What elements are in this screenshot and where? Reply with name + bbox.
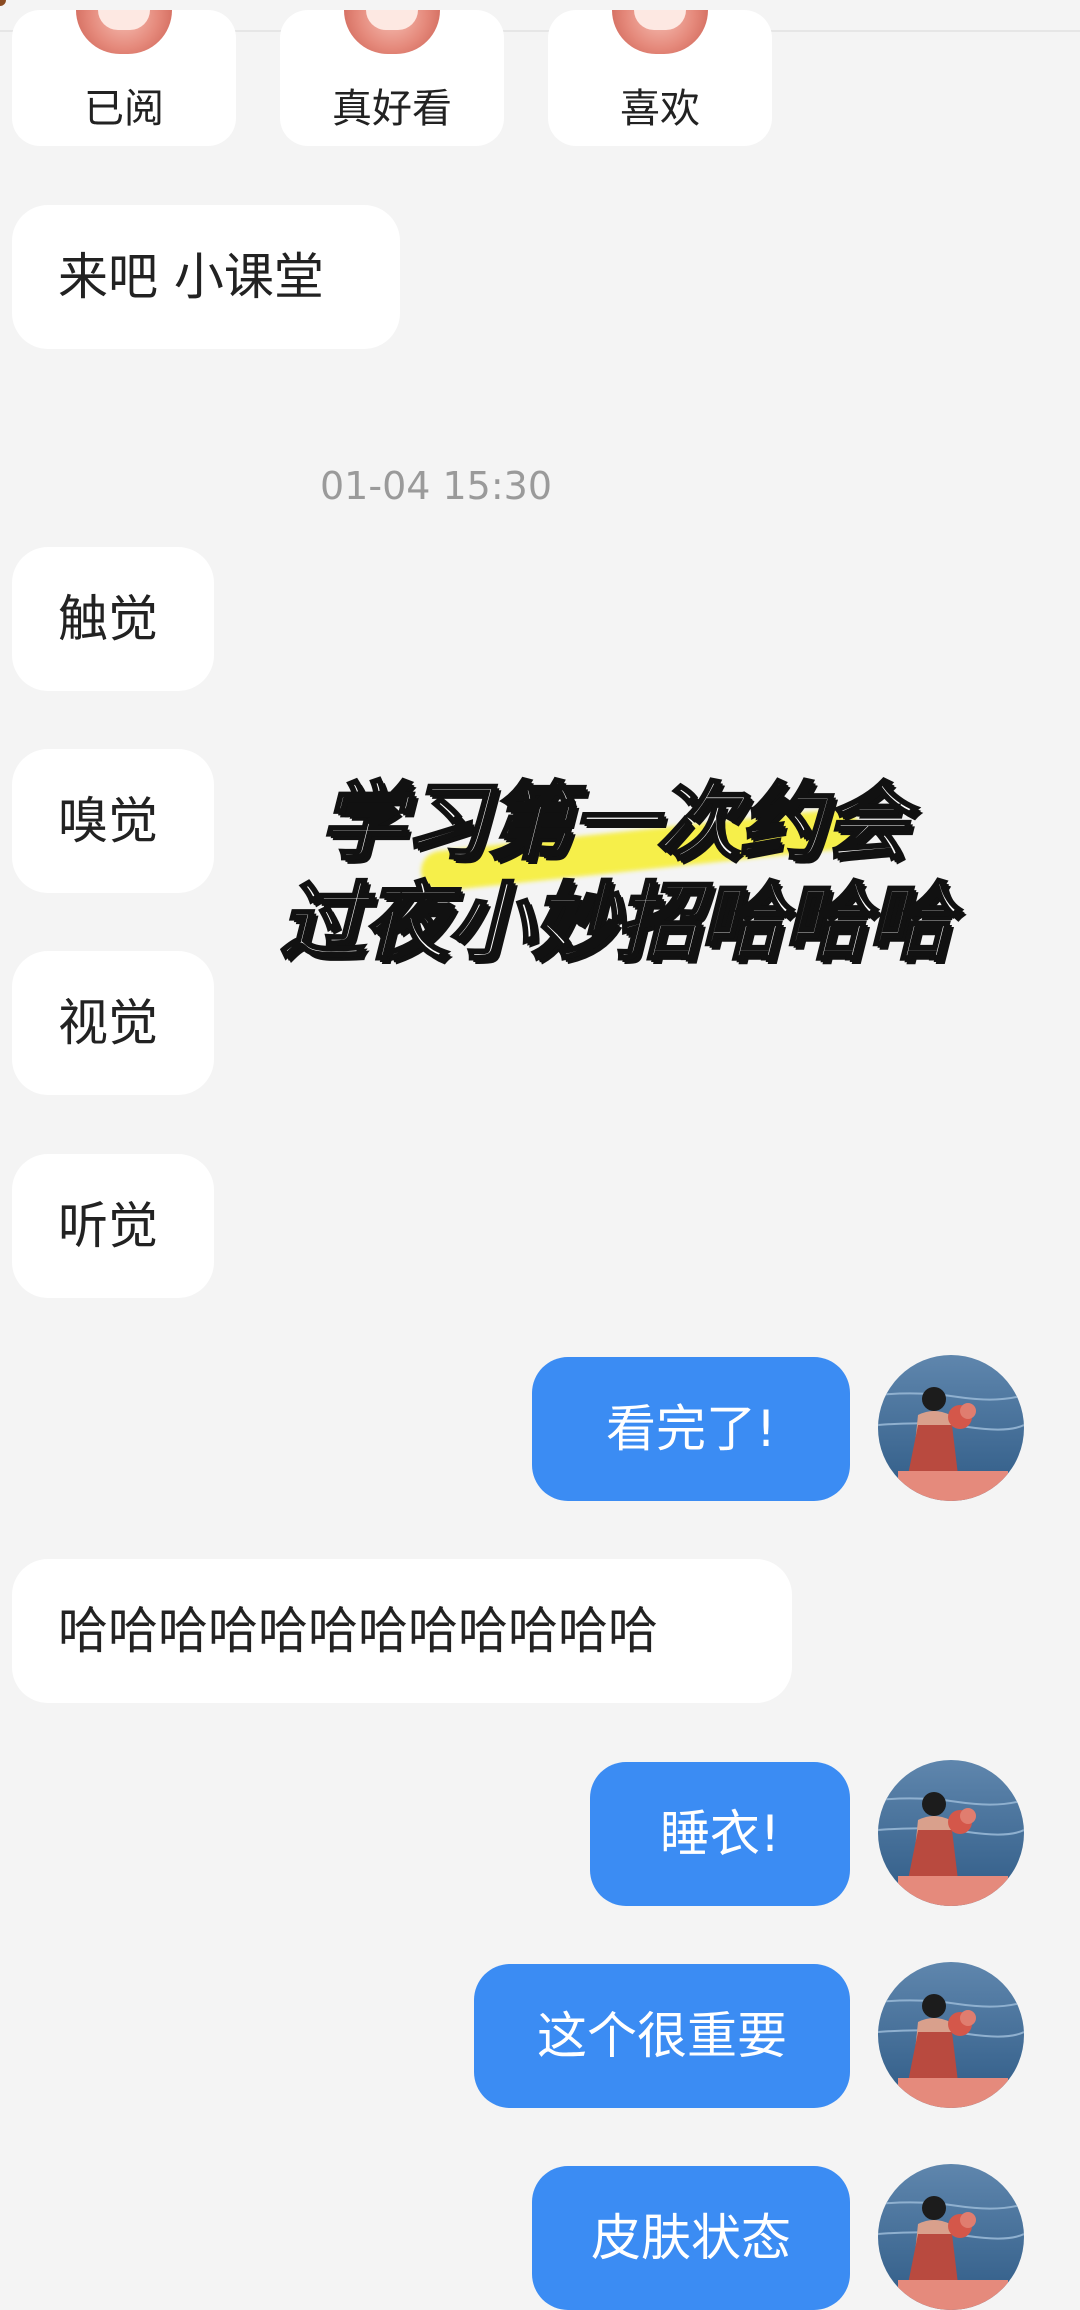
reaction-emoji-icon <box>344 10 440 54</box>
reaction-label: 喜欢 <box>620 86 700 132</box>
caption-overlay: 学习第一次约会 过夜小妙招哈哈哈 <box>270 755 970 973</box>
incoming-message[interactable]: 触觉 <box>12 547 214 691</box>
user-avatar[interactable] <box>878 2164 1024 2310</box>
user-avatar[interactable] <box>878 1760 1024 1906</box>
user-avatar[interactable] <box>878 1355 1024 1501</box>
incoming-message[interactable]: 视觉 <box>12 951 214 1095</box>
outgoing-message[interactable]: 皮肤状态 <box>532 2166 850 2310</box>
reaction-emoji-icon <box>612 10 708 54</box>
reaction-label: 真好看 <box>332 86 452 132</box>
incoming-message[interactable]: 哈哈哈哈哈哈哈哈哈哈哈哈 <box>12 1559 792 1703</box>
reaction-label: 已阅 <box>84 86 164 132</box>
reaction-like[interactable]: 喜欢 <box>548 10 772 146</box>
user-avatar[interactable] <box>878 1962 1024 2108</box>
outgoing-message[interactable]: 睡衣! <box>590 1762 850 1906</box>
caption-highlight <box>419 807 861 893</box>
outgoing-message[interactable]: 这个很重要 <box>474 1964 850 2108</box>
incoming-message[interactable]: 来吧 小课堂 <box>12 205 400 349</box>
caption-line-1: 学习第一次约会 <box>318 772 909 873</box>
caption-line-2: 过夜小妙招哈哈哈 <box>278 872 953 973</box>
outgoing-message[interactable]: 看完了! <box>532 1357 850 1501</box>
corner-mark <box>0 0 6 6</box>
reaction-read[interactable]: 已阅 <box>12 10 236 146</box>
incoming-message[interactable]: 嗅觉 <box>12 749 214 893</box>
message-timestamp: 01-04 15:30 <box>320 464 553 508</box>
reaction-nice[interactable]: 真好看 <box>280 10 504 146</box>
reaction-emoji-icon <box>76 10 172 54</box>
incoming-message[interactable]: 听觉 <box>12 1154 214 1298</box>
